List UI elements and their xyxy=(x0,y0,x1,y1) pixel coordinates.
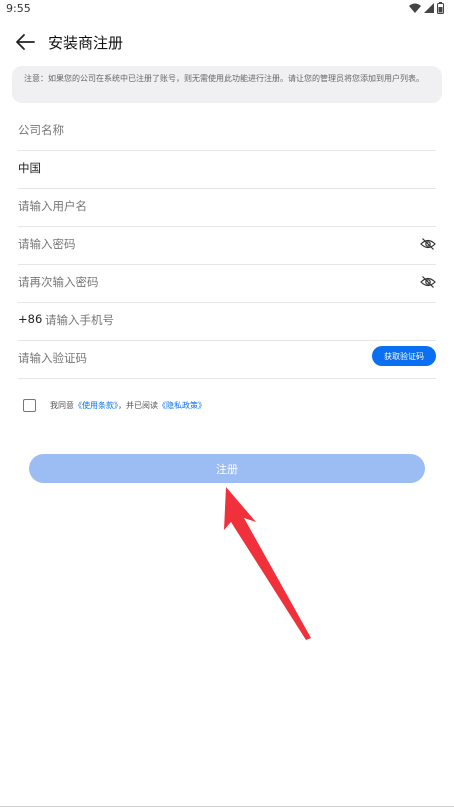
username-field xyxy=(18,188,436,227)
page-title: 安装商注册 xyxy=(48,34,124,52)
verification-code-field: 获取验证码 xyxy=(18,340,436,379)
country-field[interactable]: 中国 xyxy=(18,150,436,189)
wifi-icon xyxy=(409,3,421,13)
back-button[interactable] xyxy=(14,32,36,52)
phone-input[interactable] xyxy=(45,310,375,330)
agreement-prefix: 我同意 xyxy=(50,400,74,410)
username-input[interactable] xyxy=(18,196,378,216)
company-name-field xyxy=(18,112,436,151)
status-bar: 9:55 xyxy=(0,0,454,18)
terms-link[interactable]: 《使用条款》 xyxy=(74,401,118,410)
country-code[interactable]: +86 xyxy=(18,312,42,326)
signal-icon xyxy=(424,3,434,13)
eye-off-icon[interactable] xyxy=(420,274,436,290)
company-name-input[interactable] xyxy=(18,120,378,140)
country-value: 中国 xyxy=(18,161,41,175)
password-field xyxy=(18,226,436,265)
agreement-text: 我同意《使用条款》，并已阅读《隐私政策》 xyxy=(50,400,206,411)
agreement-middle: ，并已阅读 xyxy=(118,400,158,410)
privacy-link[interactable]: 《隐私政策》 xyxy=(158,401,206,410)
verification-code-input[interactable] xyxy=(18,348,318,368)
notice-box: 注意：如果您的公司在系统中已注册了账号，则无需使用此功能进行注册。请让您的管理员… xyxy=(12,66,442,103)
app-bar: 安装商注册 xyxy=(0,26,454,58)
arrow-left-icon xyxy=(16,34,35,50)
agreement-row: 我同意《使用条款》，并已阅读《隐私政策》 xyxy=(23,397,206,413)
agree-checkbox[interactable] xyxy=(23,398,36,412)
eye-off-icon[interactable] xyxy=(420,236,436,252)
confirm-password-input[interactable] xyxy=(18,272,378,292)
phone-field: +86 xyxy=(18,302,436,341)
battery-icon xyxy=(437,2,444,14)
get-code-button[interactable]: 获取验证码 xyxy=(372,346,436,366)
status-time: 9:55 xyxy=(6,2,31,15)
register-button[interactable]: 注册 xyxy=(29,454,425,483)
confirm-password-field xyxy=(18,264,436,303)
status-icons xyxy=(409,2,444,14)
password-input[interactable] xyxy=(18,234,378,254)
